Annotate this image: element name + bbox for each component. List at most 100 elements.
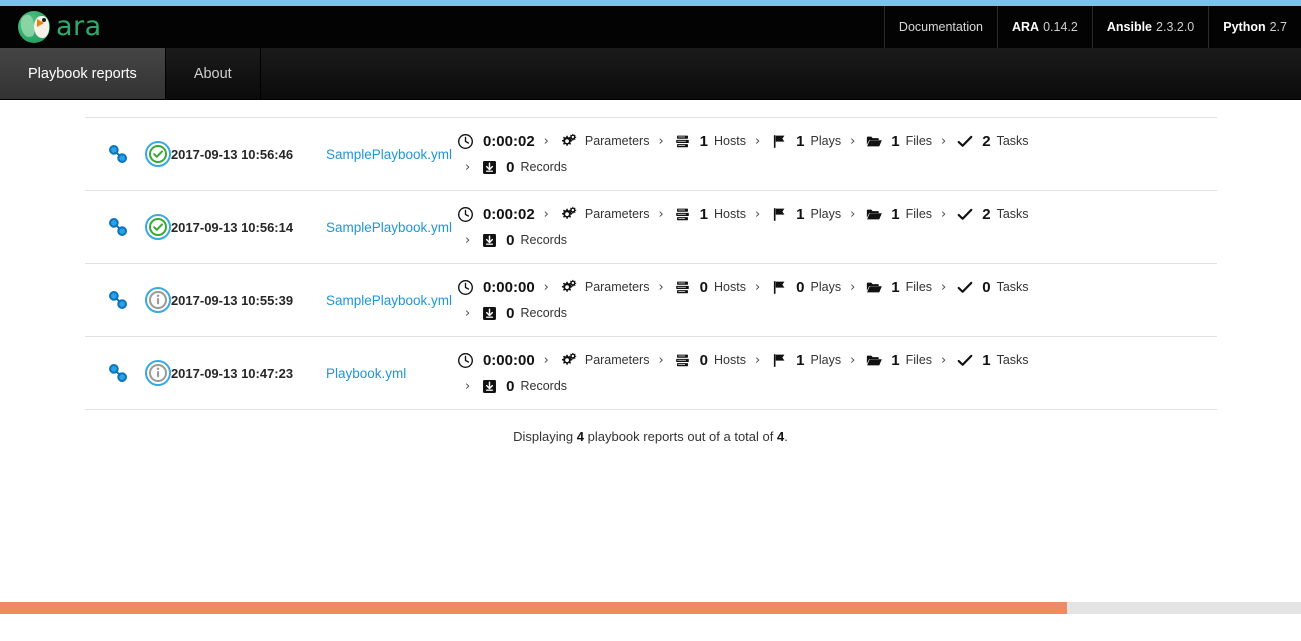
chip-count: 1 [891, 206, 899, 223]
playbook-file-link[interactable]: Playbook.yml [326, 366, 406, 381]
chip-count: 1 [700, 206, 708, 223]
chevron-right-icon: › [658, 280, 663, 295]
chip-label: Parameters [585, 280, 650, 294]
tab-about[interactable]: About [166, 48, 261, 99]
chevron-right-icon: › [755, 280, 760, 295]
chip-records[interactable]: › 0 Records [456, 158, 567, 176]
chip-count: 1 [796, 133, 804, 150]
chip-count: 0 [506, 159, 514, 176]
chip-tasks[interactable]: › 0 Tasks [932, 278, 1029, 296]
folder-open-icon [864, 278, 884, 296]
server-icon [673, 351, 693, 369]
table-row: 2017-09-13 10:56:46 SamplePlaybook.yml 0… [85, 118, 1217, 191]
ara-version-value: 0.14.2 [1043, 20, 1078, 34]
row-summary-cell: 0:00:02 › Parameters › [456, 118, 1217, 191]
playbook-reports-table: 2017-09-13 10:56:46 SamplePlaybook.yml 0… [85, 117, 1217, 410]
chip-hosts[interactable]: › 1 Hosts [649, 132, 746, 150]
chip-files[interactable]: › 1 Files [841, 205, 932, 223]
table-row: 2017-09-13 10:47:23 Playbook.yml 0:00:00… [85, 337, 1217, 410]
chip-count: 1 [796, 352, 804, 369]
chip-files[interactable]: › 1 Files [841, 278, 932, 296]
chip-files[interactable]: › 1 Files [841, 351, 932, 369]
chip-label: Files [906, 134, 932, 148]
results-summary-middle: playbook reports out of a total of [588, 429, 774, 444]
chevron-right-icon: › [658, 207, 663, 222]
chip-label: Tasks [997, 280, 1029, 294]
chip-parameters[interactable]: › Parameters [535, 278, 650, 296]
check-circle-icon [145, 141, 171, 167]
brand-link[interactable]: ara [0, 11, 102, 43]
report-date: 2017-09-13 10:47:23 [171, 366, 293, 381]
globe-bird-logo-icon [18, 11, 50, 43]
status-progress-fill [0, 602, 1067, 614]
info-circle-icon [145, 360, 171, 386]
summary-line-top: 0:00:00 › Parameters › [456, 278, 1217, 296]
chevron-right-icon: › [658, 353, 663, 368]
playbook-file-link[interactable]: SamplePlaybook.yml [326, 293, 452, 308]
chip-hosts[interactable]: › 1 Hosts [649, 205, 746, 223]
chip-plays[interactable]: › 0 Plays [746, 278, 841, 296]
playbook-file-link[interactable]: SamplePlaybook.yml [326, 147, 452, 162]
chip-tasks[interactable]: › 1 Tasks [932, 351, 1029, 369]
folder-open-icon [864, 132, 884, 150]
chip-label: Tasks [997, 134, 1029, 148]
chip-records[interactable]: › 0 Records [456, 377, 567, 395]
check-circle-icon [145, 214, 171, 240]
chip-parameters[interactable]: › Parameters [535, 132, 650, 150]
chevron-right-icon: › [465, 160, 470, 175]
check-icon [955, 205, 975, 223]
chip-hosts[interactable]: › 0 Hosts [649, 278, 746, 296]
documentation-link[interactable]: Documentation [884, 6, 997, 48]
chip-tasks[interactable]: › 2 Tasks [932, 205, 1029, 223]
chip-duration: 0:00:00 [456, 351, 535, 369]
chip-label: Files [906, 353, 932, 367]
duration-value: 0:00:02 [483, 206, 535, 223]
check-icon [955, 351, 975, 369]
status-progress-bar [0, 602, 1301, 614]
chip-records[interactable]: › 0 Records [456, 231, 567, 249]
flag-icon [769, 132, 789, 150]
summary-line-top: 0:00:02 › Parameters › [456, 205, 1217, 223]
download-box-icon [479, 377, 499, 395]
gears-icon [558, 278, 578, 296]
chevron-right-icon: › [755, 134, 760, 149]
link-icon[interactable] [107, 143, 129, 165]
check-icon [955, 278, 975, 296]
chip-label: Tasks [997, 353, 1029, 367]
gears-icon [558, 351, 578, 369]
masthead: ara Documentation ARA 0.14.2 Ansible 2.3… [0, 6, 1301, 48]
chip-count: 0 [700, 352, 708, 369]
row-date-cell: 2017-09-13 10:56:14 [171, 191, 326, 264]
chip-plays[interactable]: › 1 Plays [746, 205, 841, 223]
chip-parameters[interactable]: › Parameters [535, 351, 650, 369]
link-icon[interactable] [107, 216, 129, 238]
chip-label: Hosts [714, 134, 746, 148]
clock-icon [456, 351, 476, 369]
chip-records[interactable]: › 0 Records [456, 304, 567, 322]
link-icon[interactable] [107, 362, 129, 384]
chevron-right-icon: › [544, 280, 549, 295]
clock-icon [456, 132, 476, 150]
chip-tasks[interactable]: › 2 Tasks [932, 132, 1029, 150]
chip-label: Files [906, 207, 932, 221]
chip-hosts[interactable]: › 0 Hosts [649, 351, 746, 369]
summary-line-bottom: › 0 Records [456, 377, 1217, 395]
duration-value: 0:00:00 [483, 352, 535, 369]
chevron-right-icon: › [658, 134, 663, 149]
chip-label: Parameters [585, 207, 650, 221]
server-icon [673, 278, 693, 296]
chip-plays[interactable]: › 1 Plays [746, 132, 841, 150]
playbook-file-link[interactable]: SamplePlaybook.yml [326, 220, 452, 235]
chip-plays[interactable]: › 1 Plays [746, 351, 841, 369]
row-file-cell: SamplePlaybook.yml [326, 191, 456, 264]
link-icon[interactable] [107, 289, 129, 311]
chip-parameters[interactable]: › Parameters [535, 205, 650, 223]
ansible-version-label: Ansible [1107, 20, 1152, 34]
summary-line-top: 0:00:00 › Parameters › [456, 351, 1217, 369]
gears-icon [558, 205, 578, 223]
chip-files[interactable]: › 1 Files [841, 132, 932, 150]
clock-icon [456, 278, 476, 296]
gears-icon [558, 132, 578, 150]
chip-count: 1 [700, 133, 708, 150]
tab-playbook-reports[interactable]: Playbook reports [0, 48, 166, 99]
